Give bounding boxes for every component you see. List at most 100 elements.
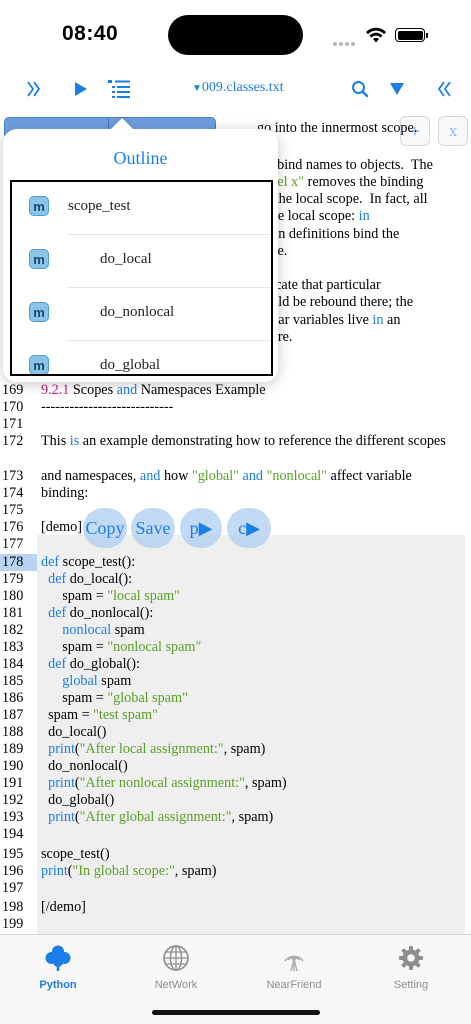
next-down-icon[interactable] — [384, 74, 410, 104]
line-number: 190 — [2, 758, 24, 774]
outline-list-icon[interactable] — [104, 74, 134, 104]
popover-arrow — [110, 118, 134, 130]
text-line: and namespaces, and how "global" and "no… — [41, 468, 412, 484]
line-number: 176 — [2, 519, 24, 535]
line-number: 180 — [2, 588, 24, 604]
text-line: nonlocal spam — [41, 622, 145, 638]
outline-item-label: do_nonlocal — [100, 304, 175, 320]
line-number: 191 — [2, 775, 24, 791]
line-number: 183 — [2, 639, 24, 655]
line-number: 169 — [2, 382, 24, 398]
outline-item[interactable]: m scope_test — [12, 182, 271, 235]
text-line: print("After nonlocal assignment:", spam… — [41, 775, 287, 791]
line-number: 185 — [2, 673, 24, 689]
caret-down-icon: ▼ — [192, 83, 202, 94]
outline-item[interactable]: m do_global — [12, 341, 271, 374]
text-line: go into the innermost scope. — [257, 120, 418, 136]
expand-right-icon[interactable] — [20, 74, 48, 104]
line-number: 193 — [2, 809, 24, 825]
gear-icon — [399, 946, 423, 970]
text-line: spam = "local spam" — [41, 588, 180, 604]
text-line: global spam — [41, 673, 132, 689]
line-number: 173 — [2, 468, 24, 484]
outline-item[interactable]: m do_local — [12, 235, 271, 288]
text-line: ction definitions bind the — [257, 226, 400, 242]
text-line: ndicate that particular — [257, 277, 381, 293]
status-bar: 08:40 — [0, 0, 471, 62]
tab-python[interactable]: Python — [18, 941, 98, 1001]
outline-list[interactable]: m scope_test m do_local m do_nonlocal m … — [10, 180, 273, 376]
text-line: def do_nonlocal(): — [41, 605, 154, 621]
globe-icon — [163, 945, 189, 971]
text-line: ust bind names to objects. The — [257, 157, 433, 173]
outline-item-label: do_global — [100, 357, 160, 373]
text-line: print("In global scope:", spam) — [41, 863, 217, 879]
tab-label: NetWork — [154, 979, 198, 991]
method-icon: m — [29, 249, 49, 269]
text-line: hould be rebound there; the — [257, 294, 414, 310]
run-c-button[interactable]: c▶ — [227, 508, 271, 548]
text-line: def do_local(): — [41, 571, 133, 587]
line-number: 198 — [2, 899, 24, 915]
line-number: 179 — [2, 571, 24, 587]
play-icon[interactable] — [66, 74, 94, 104]
text-line: by the local scope. In fact, all — [257, 191, 428, 207]
status-time: 08:40 — [62, 22, 119, 45]
text-line: do_global() — [41, 792, 115, 808]
outline-item-label: do_local — [100, 251, 152, 267]
text-line: e the local scope: in — [257, 208, 370, 224]
wifi-icon — [366, 27, 386, 43]
file-title-dropdown[interactable]: ▼009.classes.txt — [192, 80, 284, 96]
text-line: spam = "test spam" — [41, 707, 158, 723]
method-icon: m — [29, 355, 49, 374]
home-indicator — [152, 1010, 320, 1015]
text-line: scope_test() — [41, 846, 110, 862]
line-number: 197 — [2, 880, 24, 896]
text-line: there. — [257, 329, 463, 346]
text-line: def scope_test(): — [41, 554, 136, 570]
dynamic-island — [168, 15, 303, 55]
search-icon[interactable] — [346, 74, 374, 104]
text-line: spam = "global spam" — [41, 690, 188, 706]
expand-left-icon[interactable] — [430, 74, 458, 104]
text-line: spam = "nonlocal spam" — [41, 639, 202, 655]
text-line: binding: — [41, 485, 89, 501]
tab-setting[interactable]: Setting — [371, 941, 451, 1001]
outline-popover: Outline m scope_test m do_local m do_non… — [3, 118, 278, 382]
tab-network[interactable]: NetWork — [136, 941, 216, 1001]
line-number: 195 — [2, 846, 24, 862]
line-number: 177 — [2, 536, 24, 552]
method-icon: m — [29, 196, 49, 216]
text-line: ---------------------------- — [41, 399, 174, 415]
line-number: 199 — [2, 916, 24, 932]
text-line: 9.2.1 Scopes and Namespaces Example — [41, 382, 266, 398]
status-icons — [333, 26, 433, 46]
line-number: 184 — [2, 656, 24, 672]
text-line: do_nonlocal() — [41, 758, 128, 774]
tab-label: Setting — [393, 979, 429, 991]
text-line: print("After local assignment:", spam) — [41, 741, 266, 757]
line-number: 181 — [2, 605, 24, 621]
tab-label: Python — [39, 979, 77, 991]
method-icon: m — [29, 302, 49, 322]
line-number: 192 — [2, 792, 24, 808]
editor-toolbar: ▼009.classes.txt — [0, 70, 471, 110]
text-line: This is an example demonstrating how to … — [41, 433, 446, 449]
tab-nearfriend[interactable]: NearFriend — [254, 941, 334, 1001]
line-number: 182 — [2, 622, 24, 638]
line-number: 194 — [2, 826, 24, 842]
antenna-icon — [284, 955, 304, 972]
line-number: 171 — [2, 416, 24, 432]
line-number: 188 — [2, 724, 24, 740]
line-number: 174 — [2, 485, 24, 501]
save-button[interactable]: Save — [131, 508, 175, 548]
line-number: 178 — [2, 554, 24, 570]
line-number: 172 — [2, 433, 24, 449]
outline-item[interactable]: m do_nonlocal — [12, 288, 271, 341]
tab-label: NearFriend — [266, 979, 322, 991]
run-python-button[interactable]: p▶ — [180, 508, 222, 548]
outline-title: Outline — [113, 148, 168, 168]
line-number: 175 — [2, 502, 24, 518]
text-line: def do_global(): — [41, 656, 140, 672]
copy-button[interactable]: Copy — [83, 508, 127, 548]
